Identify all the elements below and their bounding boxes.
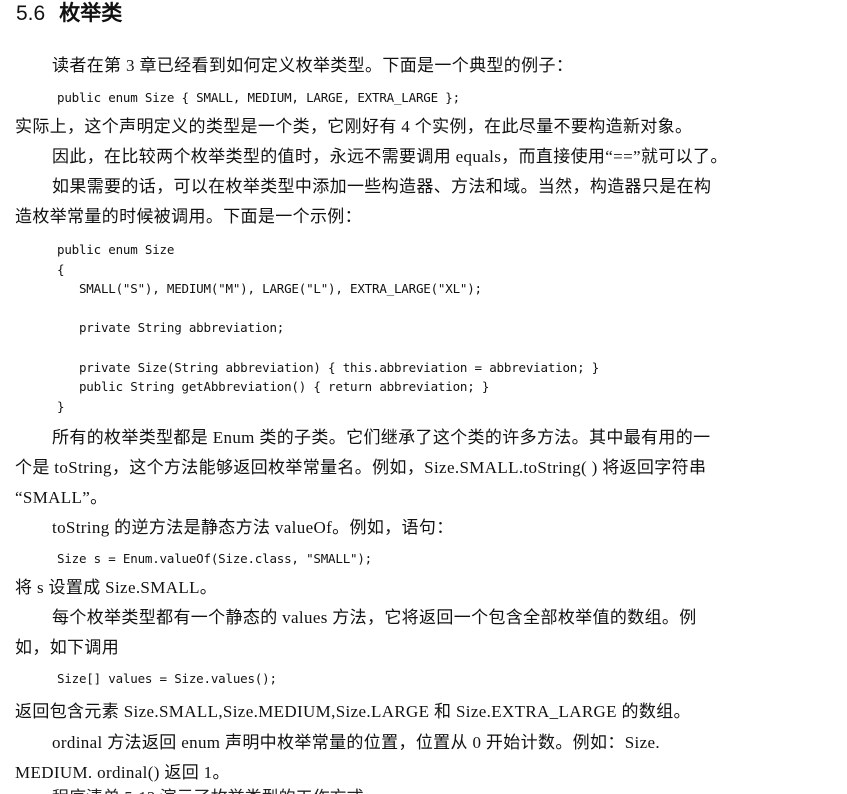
paragraph-line: 造枚举常量的时候被调用。下面是一个示例：: [15, 207, 362, 226]
code-line: public String getAbbreviation() { return…: [57, 379, 490, 394]
paragraph-line: 返回包含元素 Size.SMALL,Size.MEDIUM,Size.LARGE…: [15, 702, 691, 721]
code-line: public enum Size { SMALL, MEDIUM, LARGE,…: [57, 90, 460, 105]
section-number: 5.6: [16, 2, 46, 25]
code-line: Size[] values = Size.values();: [57, 671, 277, 686]
paragraph-line: 读者在第 3 章已经看到如何定义枚举类型。下面是一个典型的例子：: [52, 56, 574, 75]
book-page: 5.6 枚举类 读者在第 3 章已经看到如何定义枚举类型。下面是一个典型的例子： …: [0, 0, 847, 794]
paragraph-line: 每个枚举类型都有一个静态的 values 方法，它将返回一个包含全部枚举值的数组…: [52, 608, 697, 627]
section-heading: 5.6 枚举类: [16, 0, 122, 28]
paragraph-line: 实际上，这个声明定义的类型是一个类，它刚好有 4 个实例，在此尽量不要构造新对象…: [15, 117, 693, 136]
paragraph-line-cut-off: 程序清单 5-12 演示了枚举类型的工作方式。: [52, 786, 381, 794]
paragraph-line: 个是 toString，这个方法能够返回枚举常量名。例如，Size.SMALL.…: [15, 458, 707, 477]
paragraph-line: ordinal 方法返回 enum 声明中枚举常量的位置，位置从 0 开始计数。…: [52, 733, 660, 752]
paragraph-line: “SMALL”。: [15, 488, 108, 507]
code-line: Size s = Enum.valueOf(Size.class, "SMALL…: [57, 551, 373, 566]
paragraph-line: toString 的逆方法是静态方法 valueOf。例如，语句：: [52, 518, 454, 537]
paragraph-line: 因此，在比较两个枚举类型的值时，永远不需要调用 equals，而直接使用“==”…: [52, 147, 728, 166]
paragraph-line: 如果需要的话，可以在枚举类型中添加一些构造器、方法和域。当然，构造器只是在构: [52, 177, 712, 196]
code-line: }: [57, 399, 65, 414]
code-line: SMALL("S"), MEDIUM("M"), LARGE("L"), EXT…: [57, 281, 482, 296]
paragraph-line: 如，如下调用: [15, 638, 120, 657]
code-line: private String abbreviation;: [57, 320, 285, 335]
paragraph-line: 将 s 设置成 Size.SMALL。: [15, 578, 218, 597]
code-line: private Size(String abbreviation) { this…: [57, 360, 600, 375]
code-line: public enum Size: [57, 242, 175, 257]
code-line: {: [57, 262, 65, 277]
paragraph-line: 所有的枚举类型都是 Enum 类的子类。它们继承了这个类的许多方法。其中最有用的…: [52, 428, 711, 447]
section-title: 枚举类: [59, 2, 123, 25]
paragraph-line: MEDIUM. ordinal() 返回 1。: [15, 763, 230, 782]
